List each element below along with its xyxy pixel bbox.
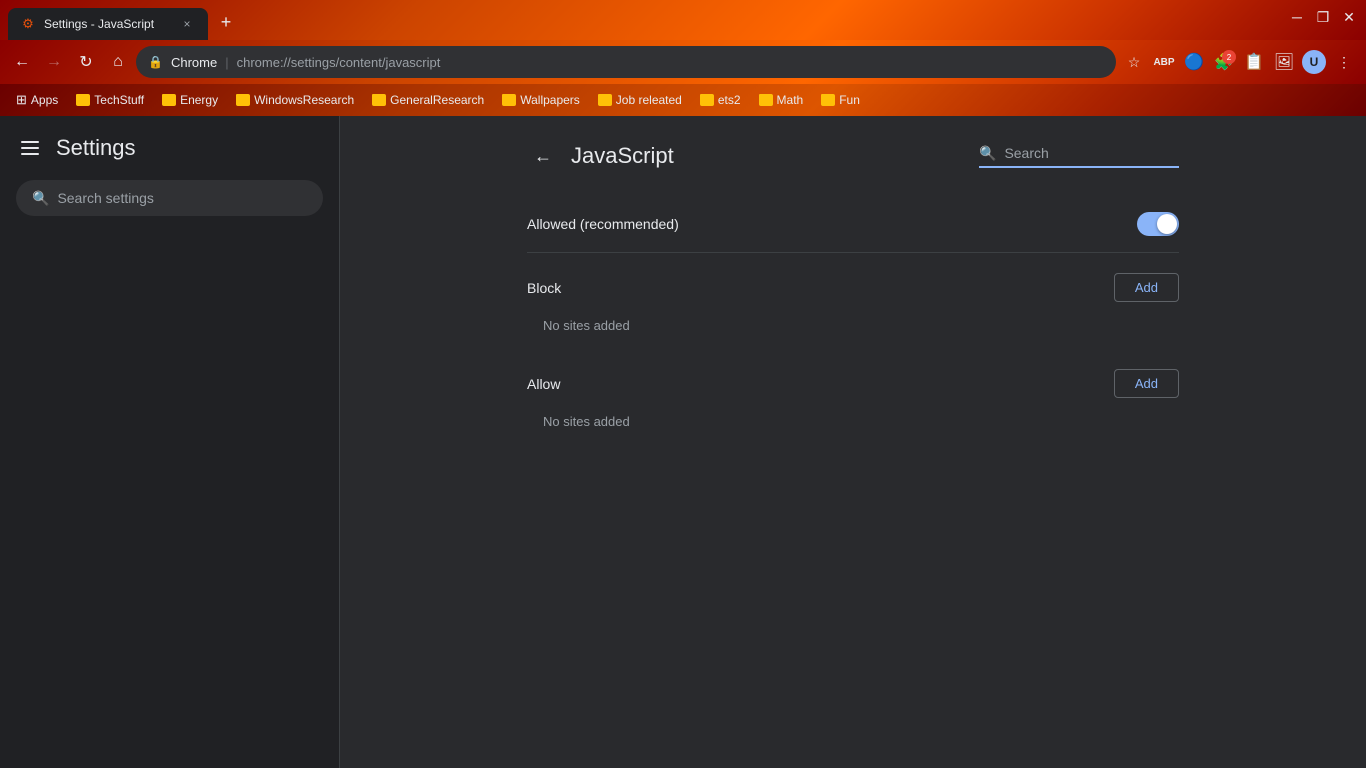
- bookmark-jobreleated[interactable]: Job releated: [590, 91, 690, 109]
- toggle-knob: [1157, 214, 1177, 234]
- minimize-button[interactable]: ─: [1288, 8, 1306, 26]
- bookmark-energy[interactable]: Energy: [154, 91, 226, 109]
- folder-icon: [76, 94, 90, 106]
- bookmark-generalresearch-label: GeneralResearch: [390, 93, 484, 107]
- javascript-toggle[interactable]: [1137, 212, 1179, 236]
- bookmark-techstuff-label: TechStuff: [94, 93, 144, 107]
- apps-grid-icon: ⊞: [16, 92, 27, 108]
- allow-add-button[interactable]: Add: [1114, 369, 1179, 398]
- bookmarks-bar: ⊞ Apps TechStuff Energy WindowsResearch …: [0, 84, 1366, 116]
- active-tab[interactable]: ⚙ Settings - JavaScript ×: [8, 8, 208, 40]
- folder-icon: [759, 94, 773, 106]
- star-button[interactable]: ☆: [1120, 48, 1148, 76]
- bookmark-ets2-label: ets2: [718, 93, 741, 107]
- bookmark-generalresearch[interactable]: GeneralResearch: [364, 91, 492, 109]
- folder-icon: [598, 94, 612, 106]
- panel-search-icon: 🔍: [979, 145, 996, 162]
- bookmark-jobreleated-label: Job releated: [616, 93, 682, 107]
- bookmark-apps-label: Apps: [31, 93, 58, 107]
- sidebar-title: Settings: [56, 135, 136, 161]
- folder-icon: [236, 94, 250, 106]
- bookmark-ets2[interactable]: ets2: [692, 91, 749, 109]
- hamburger-line: [21, 153, 39, 155]
- bookmark-windowsresearch[interactable]: WindowsResearch: [228, 91, 362, 109]
- browser-frame: ⚙ Settings - JavaScript × + ─ ❐ ✕ ← → ↻ …: [0, 0, 1366, 768]
- tab-title: Settings - JavaScript: [44, 17, 170, 31]
- user-avatar: U: [1302, 50, 1326, 74]
- hamburger-line: [21, 141, 39, 143]
- bookmark-wallpapers[interactable]: Wallpapers: [494, 91, 588, 109]
- avatar-button[interactable]: U: [1300, 48, 1328, 76]
- settings-sidebar: Settings 🔍: [0, 116, 340, 768]
- ext-abp[interactable]: ABP: [1150, 48, 1178, 76]
- bookmark-fun-label: Fun: [839, 93, 860, 107]
- toolbar: ← → ↻ ⌂ 🔒 Chrome | chrome://settings/con…: [0, 40, 1366, 84]
- hamburger-button[interactable]: [16, 134, 44, 162]
- block-section-header: Block Add: [527, 253, 1179, 310]
- allow-empty-state: No sites added: [527, 406, 1179, 445]
- new-tab-button[interactable]: +: [212, 8, 240, 36]
- block-label: Block: [527, 280, 561, 296]
- search-settings-bar[interactable]: 🔍: [16, 180, 323, 216]
- sidebar-header: Settings: [0, 116, 339, 180]
- hamburger-line: [21, 147, 39, 149]
- bookmark-wallpapers-label: Wallpapers: [520, 93, 580, 107]
- panel-search-bar[interactable]: 🔍: [979, 145, 1179, 168]
- content-area: Settings 🔍 ← JavaScript 🔍: [0, 116, 1366, 768]
- panel-back-button[interactable]: ←: [527, 140, 559, 172]
- bookmark-math-label: Math: [777, 93, 804, 107]
- panel-header: ← JavaScript 🔍: [527, 140, 1179, 172]
- close-button[interactable]: ✕: [1340, 8, 1358, 26]
- folder-icon: [821, 94, 835, 106]
- javascript-panel: ← JavaScript 🔍 Allowed (recommended): [503, 116, 1203, 469]
- search-settings-input[interactable]: [57, 190, 307, 206]
- folder-icon: [372, 94, 386, 106]
- window-controls: ─ ❐ ✕: [1288, 8, 1358, 26]
- allow-section-header: Allow Add: [527, 349, 1179, 406]
- allowed-label: Allowed (recommended): [527, 216, 679, 232]
- ext-1[interactable]: 🔵: [1180, 48, 1208, 76]
- forward-button[interactable]: →: [40, 48, 68, 76]
- back-button[interactable]: ←: [8, 48, 36, 76]
- folder-icon: [502, 94, 516, 106]
- toolbar-icons: ☆ ABP 🔵 🧩 2 📋 🖼 U ⋮: [1120, 48, 1358, 76]
- bookmark-apps[interactable]: ⊞ Apps: [8, 90, 66, 110]
- refresh-button[interactable]: ↻: [72, 48, 100, 76]
- block-empty-state: No sites added: [527, 310, 1179, 349]
- address-url: chrome://settings/content/javascript: [237, 55, 441, 70]
- lock-icon: 🔒: [148, 55, 163, 69]
- tab-bar: ⚙ Settings - JavaScript × +: [8, 0, 240, 40]
- bookmark-fun[interactable]: Fun: [813, 91, 868, 109]
- ext-3[interactable]: 📋: [1240, 48, 1268, 76]
- address-bar[interactable]: 🔒 Chrome | chrome://settings/content/jav…: [136, 46, 1116, 78]
- bookmark-energy-label: Energy: [180, 93, 218, 107]
- bookmark-techstuff[interactable]: TechStuff: [68, 91, 152, 109]
- home-button[interactable]: ⌂: [104, 48, 132, 76]
- bookmark-math[interactable]: Math: [751, 91, 812, 109]
- tab-favicon: ⚙: [20, 16, 36, 32]
- address-brand: Chrome: [171, 55, 217, 70]
- menu-button[interactable]: ⋮: [1330, 48, 1358, 76]
- panel-header-left: ← JavaScript: [527, 140, 674, 172]
- panel-search-input[interactable]: [1004, 145, 1154, 161]
- ext-4[interactable]: 🖼: [1270, 48, 1298, 76]
- folder-icon: [700, 94, 714, 106]
- address-separator: |: [225, 55, 228, 70]
- tab-close-button[interactable]: ×: [178, 15, 196, 33]
- title-bar: ⚙ Settings - JavaScript × + ─ ❐ ✕: [0, 0, 1366, 40]
- ext-2[interactable]: 🧩 2: [1210, 48, 1238, 76]
- folder-icon: [162, 94, 176, 106]
- panel-title: JavaScript: [571, 143, 674, 169]
- allowed-setting-row: Allowed (recommended): [527, 196, 1179, 253]
- search-icon: 🔍: [32, 190, 49, 207]
- maximize-button[interactable]: ❐: [1314, 8, 1332, 26]
- settings-content: ← JavaScript 🔍 Allowed (recommended): [340, 116, 1366, 768]
- allow-label: Allow: [527, 376, 560, 392]
- block-add-button[interactable]: Add: [1114, 273, 1179, 302]
- bookmark-windowsresearch-label: WindowsResearch: [254, 93, 354, 107]
